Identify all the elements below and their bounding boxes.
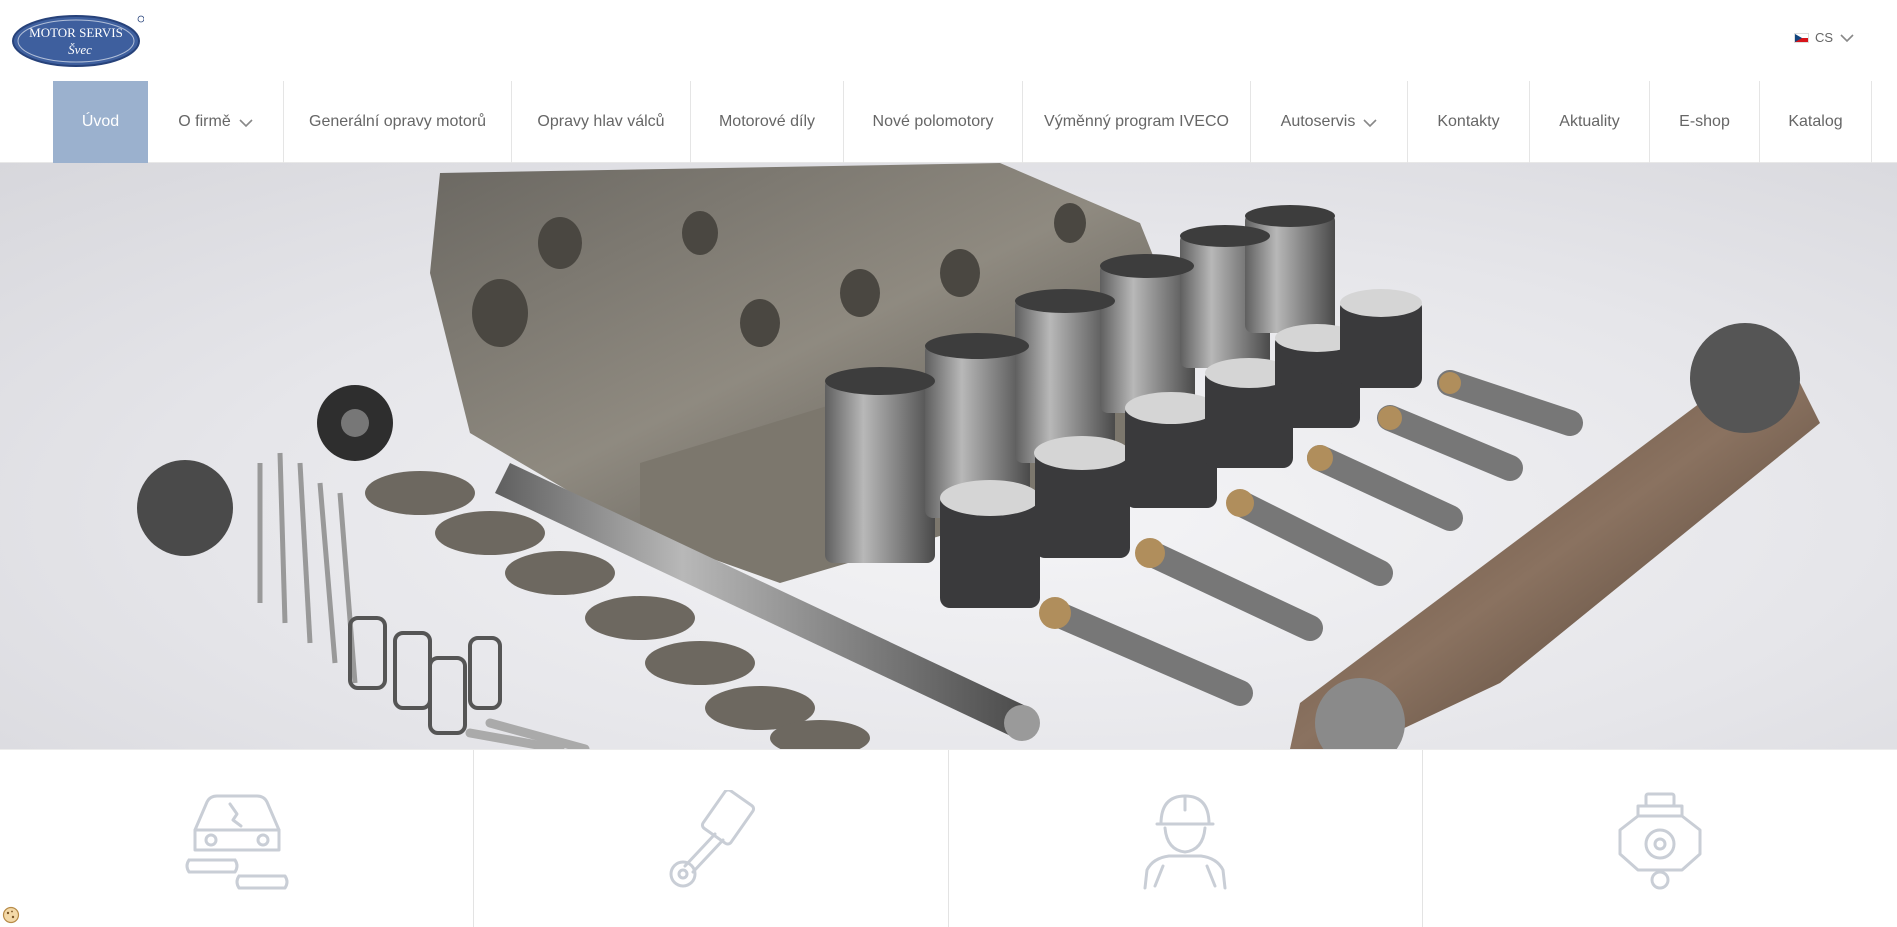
piston-icon bbox=[669, 790, 755, 888]
nav-label: Motorové díly bbox=[718, 113, 816, 130]
nav-item-aktuality[interactable]: Aktuality bbox=[1530, 81, 1650, 163]
nav-label: Aktuality bbox=[1559, 113, 1620, 130]
nav-label: O firmě bbox=[178, 113, 231, 130]
nav-item-nove-polomotory[interactable]: Nové polomotory bbox=[844, 81, 1023, 163]
nav-item-motorove-dily[interactable]: Motorové díly bbox=[691, 81, 844, 163]
service-tiles bbox=[0, 749, 1897, 927]
nav-label: Úvod bbox=[81, 113, 120, 130]
nav-item-opravy-hlav[interactable]: Opravy hlav válců bbox=[512, 81, 691, 163]
tile-piston[interactable] bbox=[474, 750, 949, 927]
nav-label: Autoservis bbox=[1280, 113, 1356, 130]
tile-engine[interactable] bbox=[1423, 750, 1897, 927]
logo-text-line1: MOTOR SERVIS bbox=[29, 25, 123, 40]
nav-item-generalni-opravy[interactable]: Generální opravy motorů bbox=[284, 81, 512, 163]
nav-label: Výměnný program IVECO bbox=[1044, 113, 1229, 130]
tile-car-repair[interactable] bbox=[0, 750, 475, 927]
nav-label: E-shop bbox=[1679, 113, 1730, 130]
nav-item-o-firme[interactable]: O firmě bbox=[148, 81, 284, 163]
nav-item-katalog[interactable]: Katalog bbox=[1760, 81, 1872, 163]
nav-item-e-shop[interactable]: E-shop bbox=[1650, 81, 1760, 163]
logo[interactable]: MOTOR SERVIS Švec bbox=[12, 14, 145, 68]
logo-text-line2: Švec bbox=[68, 42, 92, 57]
nav-item-autoservis[interactable]: Autoservis bbox=[1251, 81, 1408, 163]
engine-icon bbox=[1618, 792, 1702, 890]
nav-label: Kontakty bbox=[1437, 113, 1500, 130]
main-nav: Úvod O firmě Generální opravy motorů Opr… bbox=[53, 81, 1872, 163]
nav-item-uvod[interactable]: Úvod bbox=[53, 81, 148, 163]
site-header: MOTOR SERVIS Švec CS Úvod O firmě Generá… bbox=[0, 0, 1897, 163]
tile-mechanic[interactable] bbox=[949, 750, 1423, 927]
nav-item-kontakty[interactable]: Kontakty bbox=[1408, 81, 1530, 163]
engine-parts-photo bbox=[137, 163, 1820, 749]
language-code: CS bbox=[1814, 30, 1833, 45]
hero-banner bbox=[0, 163, 1897, 749]
car-repair-icon bbox=[185, 794, 289, 890]
chevron-down-icon bbox=[1840, 33, 1854, 42]
nav-label: Katalog bbox=[1788, 113, 1843, 130]
cz-flag-icon bbox=[1793, 32, 1809, 43]
nav-label: Opravy hlav válců bbox=[537, 113, 665, 130]
nav-label: Nové polomotory bbox=[872, 113, 994, 130]
chevron-down-icon bbox=[1363, 118, 1377, 127]
language-switcher[interactable]: CS bbox=[1793, 30, 1855, 45]
cookie-icon[interactable] bbox=[2, 906, 20, 924]
chevron-down-icon bbox=[239, 118, 253, 127]
mechanic-icon bbox=[1143, 794, 1227, 890]
nav-item-vymenny-program[interactable]: Výměnný program IVECO bbox=[1023, 81, 1251, 163]
nav-label: Generální opravy motorů bbox=[309, 113, 486, 130]
